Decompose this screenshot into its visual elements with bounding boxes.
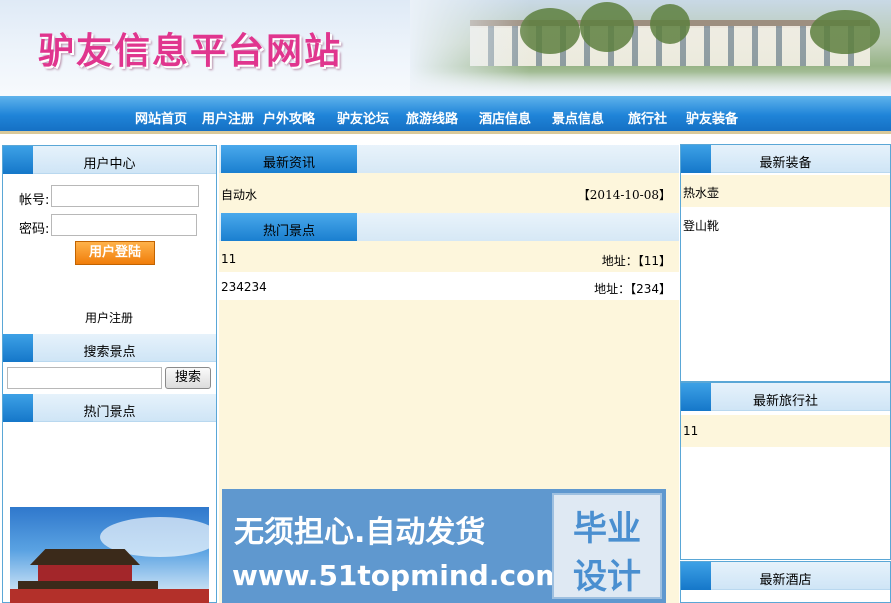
hot-spot-address: 地址：【234】	[594, 282, 671, 296]
nav-outdoor-guide[interactable]: 户外攻略	[263, 108, 315, 127]
login-button[interactable]: 用户登陆	[75, 241, 155, 265]
agency-item[interactable]: 11	[681, 415, 890, 447]
forbidden-city-image	[10, 507, 209, 603]
hot-spot-row: 11 地址：【11】	[219, 244, 679, 272]
account-input[interactable]	[51, 185, 199, 207]
news-item-date: 【2014-10-08】	[577, 188, 671, 202]
equipment-panel: 最新装备 热水壶 登山靴	[680, 144, 891, 382]
nav-register[interactable]: 用户注册	[202, 108, 254, 127]
promo-badge-top: 毕业	[573, 509, 641, 549]
search-button[interactable]: 搜索	[165, 367, 211, 389]
equipment-item[interactable]: 热水壶	[681, 175, 890, 207]
campus-photo	[410, 0, 891, 96]
nav-home[interactable]: 网站首页	[135, 108, 187, 127]
news-item-title[interactable]: 自动水	[221, 186, 257, 203]
nav-equipment[interactable]: 驴友装备	[686, 108, 738, 127]
promo-line-1: 无须担心.自动发货	[234, 515, 486, 550]
hot-left-header: 热门景点	[3, 394, 216, 422]
hot-spots-title: 热门景点	[262, 224, 315, 239]
equipment-item[interactable]: 登山靴	[683, 217, 719, 234]
hot-left-title: 热门景点	[83, 405, 136, 420]
nav-forum[interactable]: 驴友论坛	[337, 108, 389, 127]
news-title: 最新资讯	[262, 156, 315, 171]
hotel-panel: 最新酒店	[680, 561, 891, 603]
hotel-title: 最新酒店	[759, 573, 812, 588]
nav-hotels[interactable]: 酒店信息	[479, 108, 531, 127]
search-header: 搜索景点	[3, 334, 216, 362]
hot-spot-address: 地址：【11】	[601, 254, 671, 268]
site-banner: 驴友信息平台网站	[0, 0, 891, 96]
hot-spot-row: 234234 地址：【234】	[219, 272, 679, 300]
promo-url: www.51topmind.com	[232, 559, 565, 592]
equipment-title: 最新装备	[759, 156, 812, 171]
news-header: 最新资讯	[221, 145, 357, 173]
hot-spot-name[interactable]: 234234	[221, 280, 267, 294]
promo-badge: 毕业 设计	[552, 493, 662, 599]
hot-spot-name[interactable]: 11	[221, 252, 236, 266]
hot-spots-header: 热门景点	[221, 213, 357, 241]
user-center-title: 用户中心	[83, 157, 136, 172]
promo-badge-bottom: 设计	[573, 557, 641, 597]
nav-routes[interactable]: 旅游线路	[406, 108, 458, 127]
search-input[interactable]	[7, 367, 162, 389]
agency-panel: 最新旅行社 11	[680, 382, 891, 560]
main-nav: 网站首页 用户注册 户外攻略 驴友论坛 旅游线路 酒店信息 景点信息 旅行社 驴…	[0, 96, 891, 134]
account-label: 帐号:	[19, 193, 50, 208]
register-link[interactable]: 用户注册	[85, 309, 133, 326]
promo-banner[interactable]: 无须担心.自动发货 www.51topmind.com 毕业 设计	[222, 489, 666, 603]
password-label: 密码:	[19, 222, 50, 237]
site-title: 驴友信息平台网站	[38, 30, 343, 72]
nav-agencies[interactable]: 旅行社	[628, 108, 667, 127]
agency-title: 最新旅行社	[752, 394, 818, 409]
search-title: 搜索景点	[83, 345, 136, 360]
password-input[interactable]	[51, 214, 197, 236]
nav-attractions[interactable]: 景点信息	[552, 108, 604, 127]
